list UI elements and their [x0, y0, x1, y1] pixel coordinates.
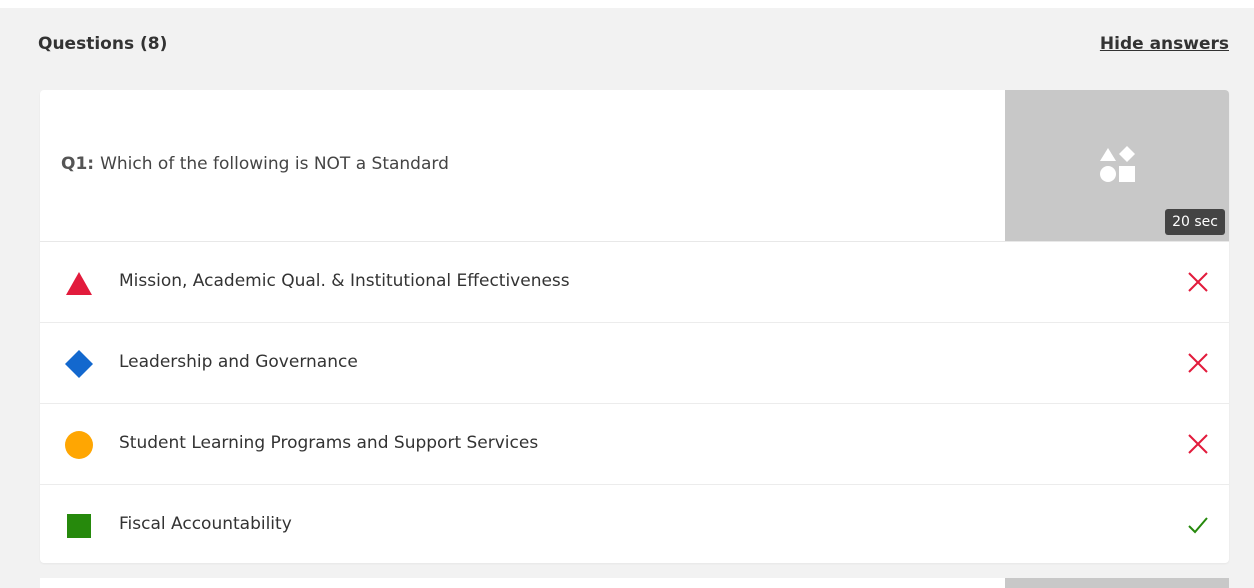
diamond-icon	[65, 350, 93, 378]
questions-title: Questions (8)	[38, 34, 168, 54]
cross-icon	[1188, 353, 1208, 373]
question-media: 20 sec	[1005, 90, 1229, 241]
shapes-icon	[1100, 146, 1135, 182]
answer-row: Leadership and Governance	[40, 323, 1229, 404]
hide-answers-link[interactable]: Hide answers	[1100, 34, 1229, 54]
time-limit-badge: 20 sec	[1165, 209, 1225, 235]
answer-label: Mission, Academic Qual. & Institutional …	[119, 271, 570, 291]
questions-header: Questions (8) Hide answers	[38, 34, 1229, 60]
answer-label: Fiscal Accountability	[119, 514, 292, 534]
answer-label: Leadership and Governance	[119, 352, 358, 372]
answer-row: Mission, Academic Qual. & Institutional …	[40, 242, 1229, 323]
question-row[interactable]: Q1: Which of the following is NOT a Stand…	[40, 90, 1229, 242]
question-text-wrap: Q1: Which of the following is NOT a Stand…	[61, 154, 449, 174]
top-strip	[0, 0, 1254, 8]
answer-row: Student Learning Programs and Support Se…	[40, 404, 1229, 485]
question-text: Which of the following is NOT a Standard	[100, 154, 449, 174]
cross-icon	[1188, 272, 1208, 292]
square-icon	[67, 514, 91, 538]
circle-icon	[65, 431, 93, 459]
question-number: Q1:	[61, 154, 95, 174]
next-question-card	[40, 578, 1229, 588]
triangle-icon	[66, 272, 92, 295]
check-icon	[1188, 517, 1208, 534]
answer-label: Student Learning Programs and Support Se…	[119, 433, 539, 453]
cross-icon	[1188, 434, 1208, 454]
question-card: Q1: Which of the following is NOT a Stand…	[40, 90, 1229, 563]
answer-row: Fiscal Accountability	[40, 485, 1229, 563]
next-question-media	[1005, 578, 1229, 588]
